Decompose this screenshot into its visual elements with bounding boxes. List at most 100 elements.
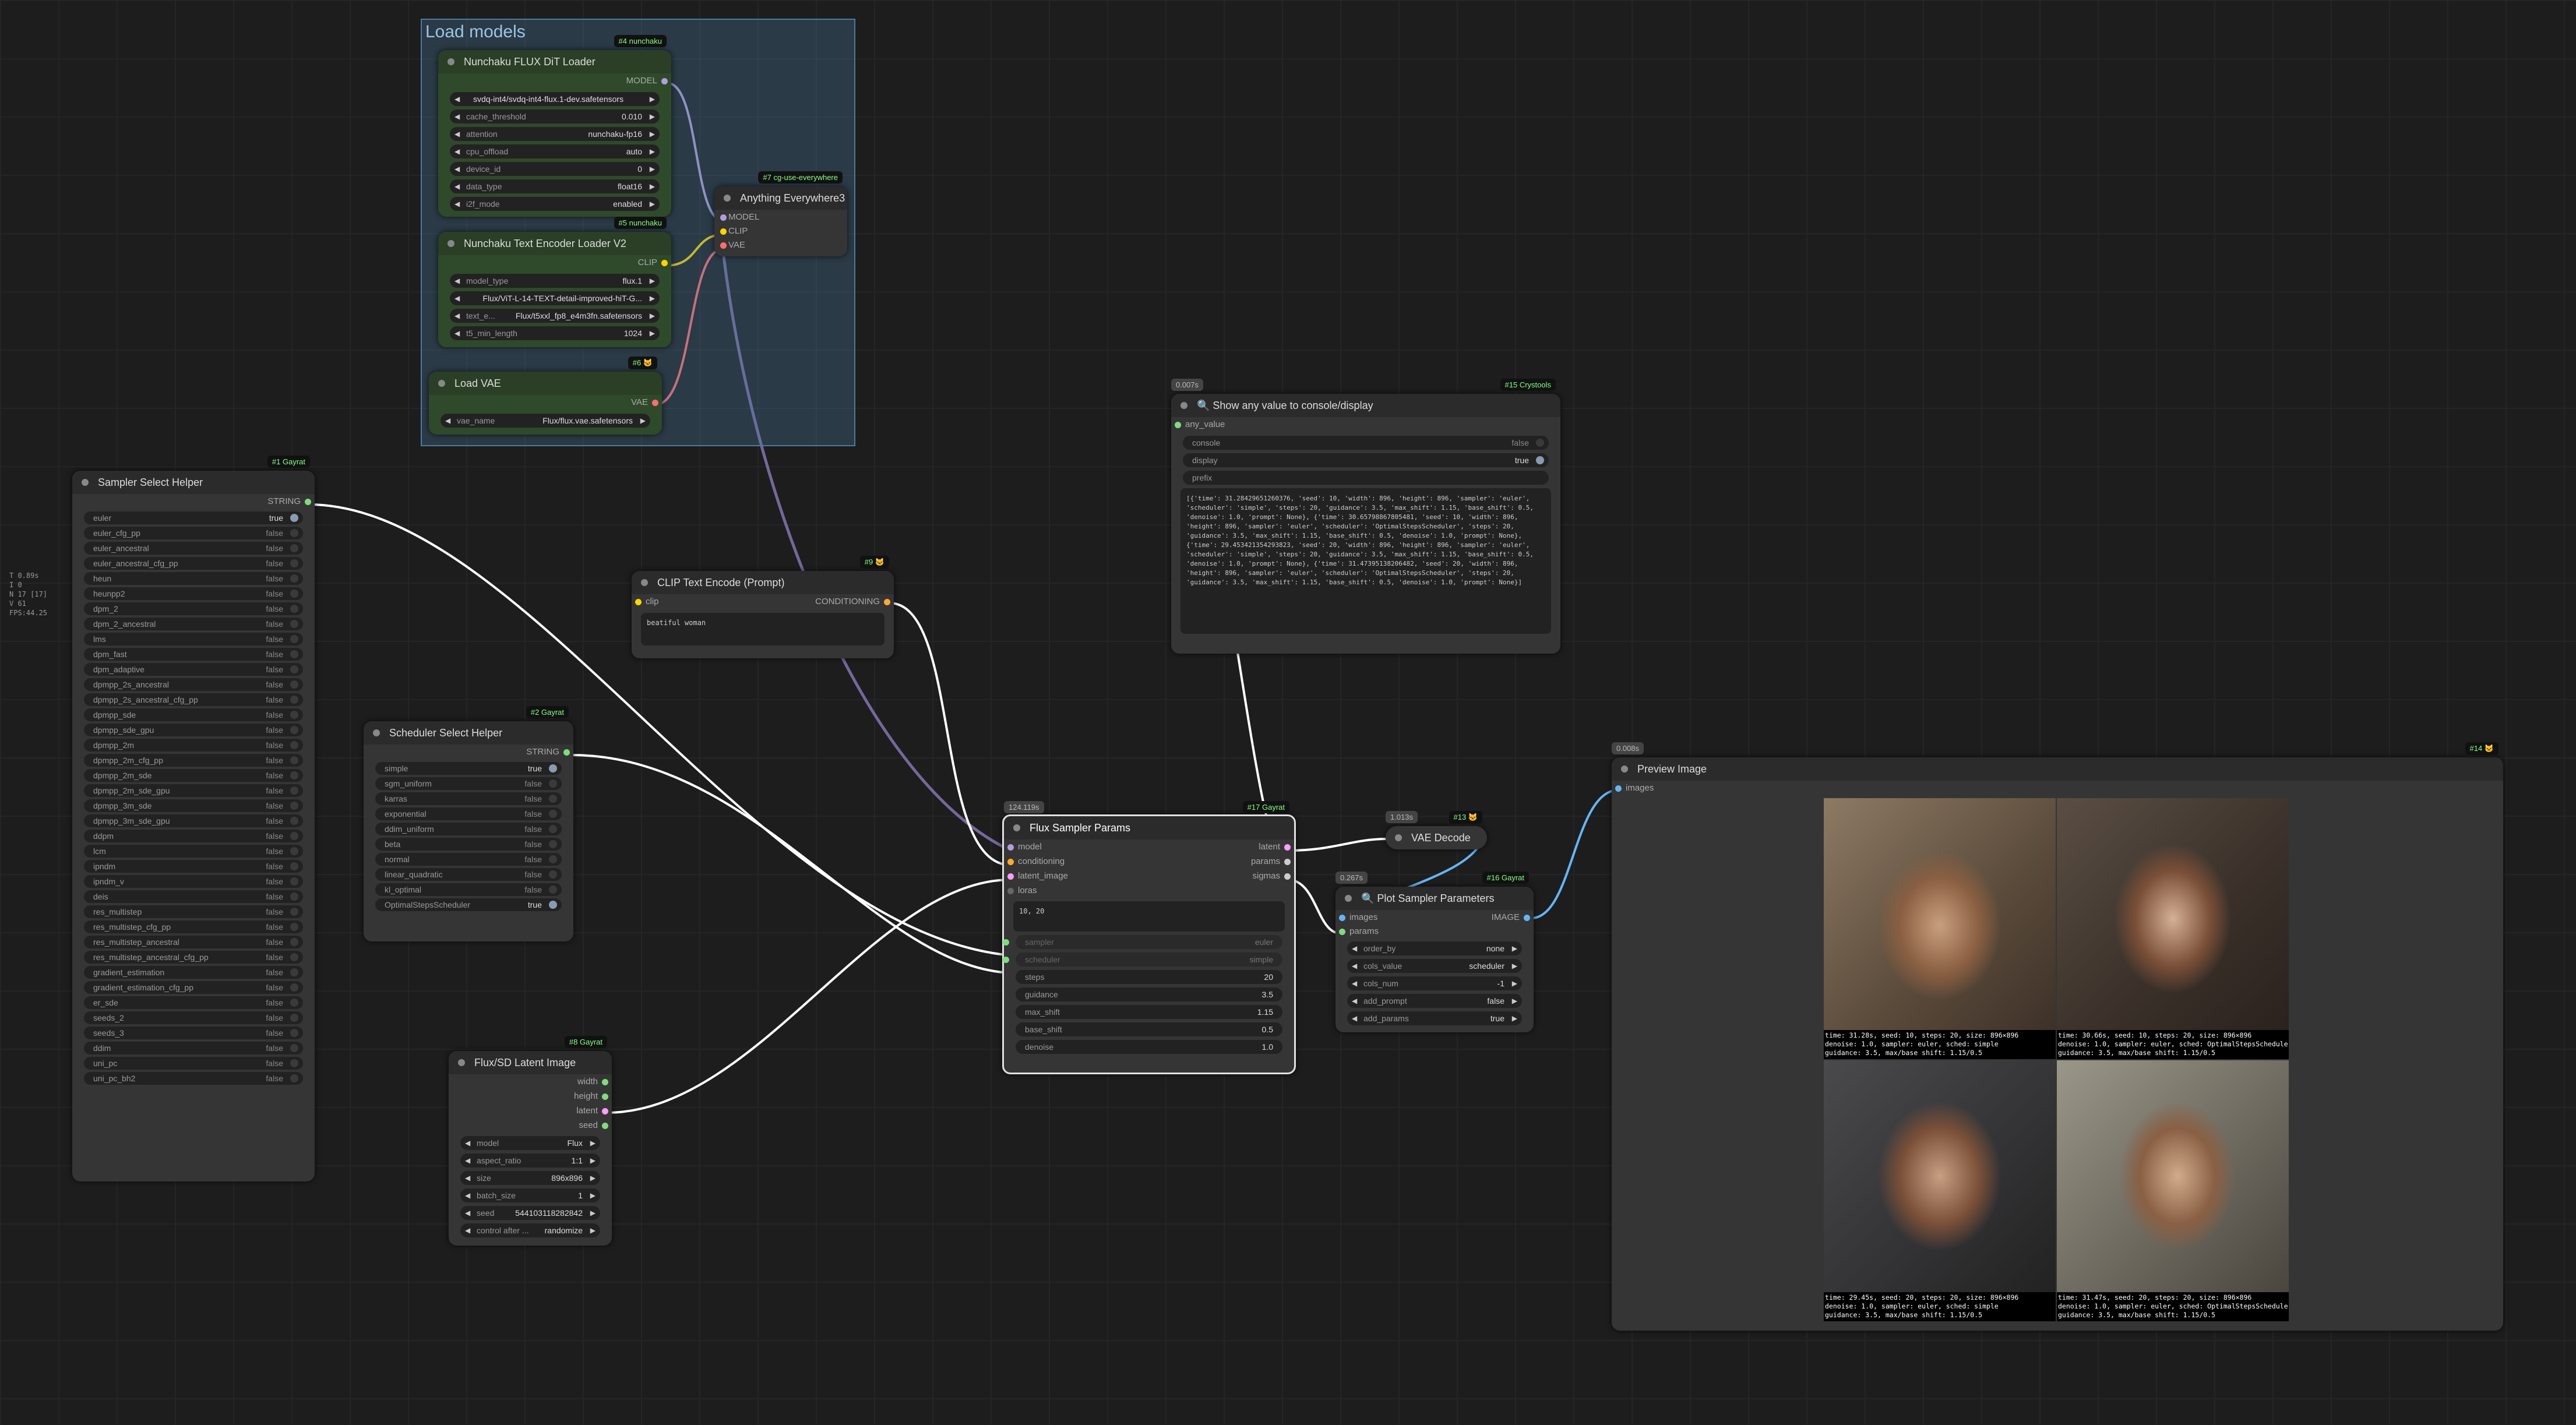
toggle-heunpp2[interactable]: heunpp2 false	[84, 587, 303, 600]
left-arrow-icon[interactable]: ◀	[465, 1223, 470, 1237]
toggle-dpmpp-sde-gpu[interactable]: dpmpp_sde_gpu false	[84, 724, 303, 736]
clip-input-socket[interactable]	[720, 228, 727, 235]
toggle-dpmpp-2s-ancestral[interactable]: dpmpp_2s_ancestral false	[84, 678, 303, 691]
right-arrow-icon[interactable]: ▶	[1512, 1011, 1517, 1025]
node-sampler-select-helper[interactable]: #1 Gayrat Sampler Select Helper STRING e…	[72, 456, 315, 1181]
right-arrow-icon[interactable]: ▶	[650, 92, 655, 106]
left-arrow-icon[interactable]: ◀	[465, 1206, 470, 1220]
clip-output-socket[interactable]	[661, 260, 668, 266]
right-arrow-icon[interactable]: ▶	[1512, 941, 1517, 955]
seed-textarea[interactable]: 10, 20	[1013, 901, 1285, 932]
text-encoder1-widget[interactable]: ◀ Flux/ViT-L-14-TEXT-detail-improved-hiT-…	[450, 291, 660, 305]
right-arrow-icon[interactable]: ▶	[650, 144, 655, 158]
left-arrow-icon[interactable]: ◀	[454, 291, 460, 305]
left-arrow-icon[interactable]: ◀	[1352, 1011, 1357, 1025]
seed-widget[interactable]: ◀ seed 544103118282842 ▶	[460, 1206, 600, 1220]
toggle-lcm[interactable]: lcm false	[84, 845, 303, 858]
max-shift-widget[interactable]: max_shift 1.15	[1016, 1005, 1282, 1019]
right-arrow-icon[interactable]: ▶	[640, 414, 646, 428]
model-input-socket[interactable]	[720, 214, 727, 221]
add-prompt-widget[interactable]: ◀ add_prompt false ▶	[1347, 994, 1522, 1008]
toggle-ddim[interactable]: ddim false	[84, 1042, 303, 1054]
left-arrow-icon[interactable]: ◀	[465, 1171, 470, 1185]
toggle-euler[interactable]: euler true	[84, 512, 303, 524]
toggle-beta[interactable]: beta false	[375, 838, 562, 851]
collapse-dot-icon[interactable]	[1180, 402, 1187, 409]
device-id-widget[interactable]: ◀ device_id 0 ▶	[450, 162, 660, 176]
toggle-dpm-adaptive[interactable]: dpm_adaptive false	[84, 663, 303, 676]
model-output-socket[interactable]	[661, 78, 668, 84]
collapse-dot-icon[interactable]	[1013, 824, 1020, 831]
display-toggle[interactable]: display true	[1183, 453, 1549, 467]
toggle-karras[interactable]: karras false	[375, 792, 562, 805]
add-params-widget[interactable]: ◀ add_params true ▶	[1347, 1011, 1522, 1025]
cols-num-widget[interactable]: ◀ cols_num -1 ▶	[1347, 976, 1522, 990]
toggle-dpmpp-2m-sde-gpu[interactable]: dpmpp_2m_sde_gpu false	[84, 784, 303, 797]
toggle-euler-ancestral[interactable]: euler_ancestral false	[84, 542, 303, 555]
right-arrow-icon[interactable]: ▶	[650, 127, 655, 141]
collapse-dot-icon[interactable]	[641, 579, 648, 586]
toggle-dpmpp-3m-sde[interactable]: dpmpp_3m_sde false	[84, 799, 303, 812]
toggle-optimalstepsscheduler[interactable]: OptimalStepsScheduler true	[375, 898, 562, 911]
attention-widget[interactable]: ◀ attention nunchaku-fp16 ▶	[450, 127, 660, 141]
right-arrow-icon[interactable]: ▶	[590, 1188, 595, 1202]
toggle-sgm-uniform[interactable]: sgm_uniform false	[375, 777, 562, 790]
toggle-res-multistep-ancestral[interactable]: res_multistep_ancestral false	[84, 936, 303, 948]
left-arrow-icon[interactable]: ◀	[465, 1136, 470, 1150]
toggle-heun[interactable]: heun false	[84, 572, 303, 585]
toggle-seeds-2[interactable]: seeds_2 false	[84, 1011, 303, 1024]
right-arrow-icon[interactable]: ▶	[650, 309, 655, 323]
console-toggle[interactable]: console false	[1183, 436, 1549, 450]
right-arrow-icon[interactable]: ▶	[650, 291, 655, 305]
left-arrow-icon[interactable]: ◀	[454, 162, 460, 176]
toggle-dpmpp-3m-sde-gpu[interactable]: dpmpp_3m_sde_gpu false	[84, 814, 303, 827]
sigmas-output-socket[interactable]	[1284, 873, 1291, 880]
model-input-socket[interactable]	[1007, 844, 1014, 851]
left-arrow-icon[interactable]: ◀	[454, 92, 460, 106]
conditioning-output-socket[interactable]	[884, 599, 890, 605]
params-output-socket[interactable]	[1284, 859, 1291, 865]
right-arrow-icon[interactable]: ▶	[590, 1154, 595, 1167]
scheduler-input-socket[interactable]	[1003, 957, 1009, 963]
collapse-dot-icon[interactable]	[438, 380, 445, 387]
toggle-er-sde[interactable]: er_sde false	[84, 996, 303, 1009]
toggle-simple[interactable]: simple true	[375, 762, 562, 775]
toggle-seeds-3[interactable]: seeds_3 false	[84, 1027, 303, 1039]
seed-output-socket[interactable]	[602, 1123, 608, 1129]
node-vae-decode[interactable]: 1.013s #13 🐱 VAE Decode	[1386, 811, 1487, 849]
toggle-exponential[interactable]: exponential false	[375, 807, 562, 820]
base-shift-widget[interactable]: base_shift 0.5	[1016, 1022, 1282, 1036]
left-arrow-icon[interactable]: ◀	[1352, 959, 1357, 973]
toggle-kl-optimal[interactable]: kl_optimal false	[375, 883, 562, 896]
node-nunchaku-dit-loader[interactable]: #4 nunchaku Nunchaku FLUX DiT Loader MOD…	[438, 35, 671, 217]
model-widget[interactable]: ◀ model Flux ▶	[460, 1136, 600, 1150]
left-arrow-icon[interactable]: ◀	[1352, 994, 1357, 1008]
left-arrow-icon[interactable]: ◀	[454, 179, 460, 193]
sampler-input-socket[interactable]	[1003, 939, 1009, 946]
cols-value-widget[interactable]: ◀ cols_value scheduler ▶	[1347, 959, 1522, 973]
data-type-widget[interactable]: ◀ data_type float16 ▶	[450, 179, 660, 193]
i2f-mode-widget[interactable]: ◀ i2f_mode enabled ▶	[450, 197, 660, 211]
toggle-dpm-fast[interactable]: dpm_fast false	[84, 648, 303, 661]
node-scheduler-select-helper[interactable]: #2 Gayrat Scheduler Select Helper STRING…	[364, 706, 573, 941]
node-show-any-value[interactable]: 0.007s #15 Crystools 🔍 Show any value to…	[1171, 379, 1560, 654]
node-plot-sampler-parameters[interactable]: 0.267s #16 Gayrat 🔍 Plot Sampler Paramet…	[1335, 872, 1534, 1032]
right-arrow-icon[interactable]: ▶	[650, 197, 655, 211]
batch-size-widget[interactable]: ◀ batch_size 1 ▶	[460, 1188, 600, 1202]
any-value-input-socket[interactable]	[1175, 422, 1181, 428]
size-widget[interactable]: ◀ size 896x896 ▶	[460, 1171, 600, 1185]
model-type-widget[interactable]: ◀ model_type flux.1 ▶	[450, 274, 660, 288]
prompt-textarea[interactable]: beatiful woman	[641, 613, 884, 646]
t5-min-length-widget[interactable]: ◀ t5_min_length 1024 ▶	[450, 326, 660, 340]
left-arrow-icon[interactable]: ◀	[454, 274, 460, 288]
denoise-widget[interactable]: denoise 1.0	[1016, 1040, 1282, 1054]
toggle-res-multistep-ancestral-cfg-pp[interactable]: res_multistep_ancestral_cfg_pp false	[84, 951, 303, 964]
model-name-combo[interactable]: ◀ svdq-int4/svdq-int4-flux.1-dev.safetens…	[450, 92, 660, 106]
toggle-ddim-uniform[interactable]: ddim_uniform false	[375, 823, 562, 835]
node-nunchaku-text-encoder[interactable]: #5 nunchaku Nunchaku Text Encoder Loader…	[438, 217, 671, 347]
toggle-res-multistep-cfg-pp[interactable]: res_multistep_cfg_pp false	[84, 920, 303, 933]
right-arrow-icon[interactable]: ▶	[650, 110, 655, 124]
right-arrow-icon[interactable]: ▶	[1512, 959, 1517, 973]
left-arrow-icon[interactable]: ◀	[454, 197, 460, 211]
collapse-dot-icon[interactable]	[1345, 895, 1352, 902]
